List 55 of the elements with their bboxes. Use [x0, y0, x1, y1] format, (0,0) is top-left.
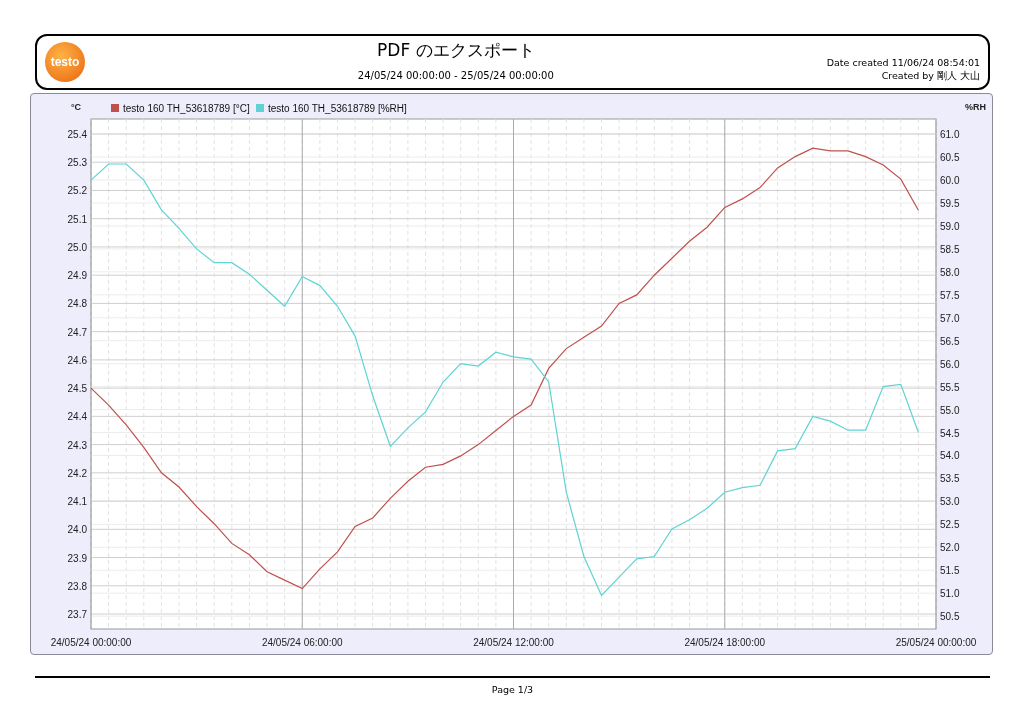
y-tick-label: 24.4	[67, 411, 87, 423]
x-tick-label: 24/05/24 06:00:00	[261, 637, 343, 648]
y-tick-label: 25.2	[67, 185, 87, 197]
y-tick-label: 24.2	[67, 467, 87, 479]
y-tick-label: 60.0	[940, 175, 960, 187]
date-created: Date created 11/06/24 08:54:01	[826, 56, 980, 69]
y-tick-label: 50.5	[940, 611, 960, 623]
y-tick-label: 25.3	[67, 157, 87, 169]
y-tick-label: 55.0	[940, 404, 960, 416]
y-tick-label: 24.5	[67, 383, 87, 395]
x-tick-label: 24/05/24 00:00:00	[50, 637, 132, 648]
y-tick-label: 25.0	[67, 241, 87, 253]
y-tick-label: 24.8	[67, 298, 87, 310]
y-tick-label: 23.8	[67, 580, 87, 592]
y-axis-label: °C	[70, 102, 81, 112]
y-tick-label: 24.1	[67, 496, 87, 508]
y-tick-label: 24.6	[67, 354, 87, 366]
y-tick-label: 51.5	[940, 565, 960, 577]
y-tick-label: 61.0	[940, 129, 960, 141]
y-tick-label: 53.5	[940, 473, 960, 485]
y-tick-label: 24.7	[67, 326, 87, 338]
y-tick-label: 58.0	[940, 266, 960, 278]
y-tick-label: 57.0	[940, 312, 960, 324]
y-tick-label: 57.5	[940, 289, 960, 301]
y-tick-label: 24.9	[67, 270, 87, 282]
y-tick-label: 53.0	[940, 496, 960, 508]
legend-label: testo 160 TH_53618789 [%RH]	[268, 103, 407, 114]
logo-badge: testo	[45, 42, 85, 82]
report-title: PDF のエクスポート	[376, 39, 536, 62]
y-tick-label: 23.7	[67, 609, 87, 621]
y-tick-label: 51.0	[940, 588, 960, 600]
legend-label: testo 160 TH_53618789 [°C]	[123, 103, 250, 114]
x-tick-label: 25/05/24 00:00:00	[895, 637, 977, 648]
y-tick-label: 59.5	[940, 198, 960, 209]
x-tick-label: 24/05/24 18:00:00	[684, 637, 766, 648]
y-tick-label: 58.5	[940, 243, 960, 255]
y-tick-label: 56.5	[940, 335, 960, 347]
y-tick-label: 60.5	[940, 152, 960, 164]
y-tick-label: 25.1	[67, 213, 87, 225]
y-tick-label: 54.0	[940, 450, 960, 462]
y-tick-label: 24.3	[67, 439, 87, 451]
date-range: 24/05/24 00:00:00 - 25/05/24 00:00:00	[356, 70, 555, 81]
y-tick-label: 24.0	[67, 524, 87, 536]
y-tick-label: 59.0	[940, 220, 960, 232]
y-tick-label: 54.5	[940, 427, 960, 439]
x-tick-label: 24/05/24 12:00:00	[473, 637, 554, 648]
page-number: Page 1/3	[491, 684, 534, 695]
y-tick-label: 25.4	[67, 128, 87, 140]
created-by: Created by 剛人 大山	[880, 69, 980, 82]
y-tick-label: 52.0	[940, 542, 960, 554]
y-axis-label: %RH	[965, 102, 986, 112]
y-tick-label: 52.5	[940, 519, 960, 531]
y-tick-label: 55.5	[940, 381, 960, 393]
y-tick-label: 56.0	[940, 358, 960, 370]
y-tick-label: 23.9	[67, 552, 87, 564]
